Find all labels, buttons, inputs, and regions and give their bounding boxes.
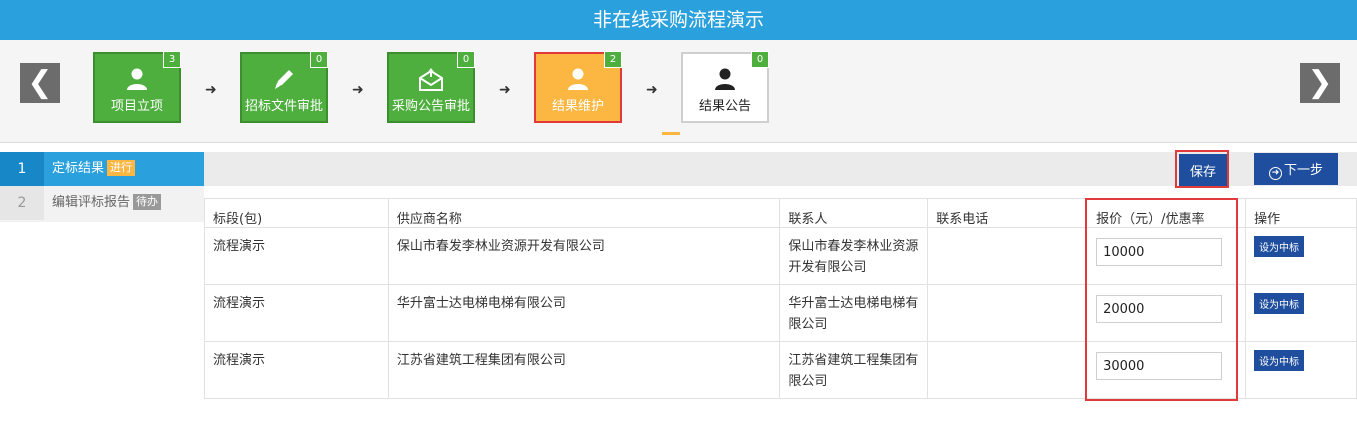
sidebar-item-evaluation-report[interactable]: 2 编辑评标报告 待办 (0, 186, 204, 222)
cell-action: 设为中标 (1245, 341, 1357, 399)
sidebar-item-label: 定标结果 (52, 161, 105, 176)
current-step-indicator (662, 132, 680, 135)
set-winner-button[interactable]: 设为中标 (1254, 236, 1305, 257)
cell-section: 流程演示 (204, 227, 389, 285)
cell-phone (927, 227, 1087, 285)
cell-supplier: 江苏省建筑工程集团有限公司 (387, 341, 781, 399)
cell-contact: 江苏省建筑工程集团有限公司 (779, 341, 929, 399)
column-header: 联系人 (779, 198, 929, 228)
set-winner-button[interactable]: 设为中标 (1254, 293, 1305, 314)
step-project-setup[interactable]: 3 项目立项 (93, 51, 181, 123)
flow-arrow-icon: ➜ (646, 82, 658, 98)
cell-phone (927, 284, 1087, 342)
next-step-button[interactable]: ➜ 下一步 (1254, 153, 1338, 185)
step-count-badge: 3 (163, 51, 181, 68)
step-result-announcement[interactable]: 0 结果公告 (681, 51, 769, 123)
cell-contact: 保山市春发李林业资源开发有限公司 (779, 227, 929, 285)
step-announcement-approval[interactable]: 0 采购公告审批 (387, 51, 475, 123)
flow-arrow-icon: ➜ (352, 82, 364, 98)
cell-section: 流程演示 (204, 341, 389, 399)
cell-price (1085, 341, 1247, 399)
prev-arrow-button[interactable]: ❮ (20, 63, 60, 103)
status-badge: 进行 (107, 160, 136, 176)
next-step-label: 下一步 (1283, 162, 1323, 178)
column-header: 供应商名称 (387, 198, 781, 228)
cell-section: 流程演示 (204, 284, 389, 342)
supplier-table: 标段(包) 供应商名称 联系人 联系电话 报价（元）/优惠率 操作 流程演示 保… (204, 198, 1357, 399)
sidebar-item-award-result[interactable]: 1 定标结果 进行 (0, 152, 204, 186)
save-button[interactable]: 保存 (1179, 154, 1227, 186)
step-label: 采购公告审批 (391, 99, 470, 114)
column-header: 报价（元）/优惠率 (1085, 198, 1247, 228)
column-header: 操作 (1245, 198, 1357, 228)
step-label: 结果公告 (698, 99, 751, 114)
cell-supplier: 保山市春发李林业资源开发有限公司 (387, 227, 781, 285)
sidebar: 1 定标结果 进行 2 编辑评标报告 待办 (0, 152, 204, 222)
price-input[interactable] (1096, 352, 1223, 380)
user-icon (127, 68, 147, 90)
cell-phone (927, 341, 1087, 399)
column-header: 联系电话 (927, 198, 1087, 228)
table-row: 流程演示 华升富士达电梯电梯有限公司 华升富士达电梯电梯有限公司 设为中标 (204, 284, 1357, 342)
table-row: 流程演示 江苏省建筑工程集团有限公司 江苏省建筑工程集团有限公司 设为中标 (204, 341, 1357, 399)
step-result-maintenance[interactable]: 2 结果维护 (534, 51, 622, 123)
set-winner-button[interactable]: 设为中标 (1254, 350, 1305, 371)
flow-arrow-icon: ➜ (205, 82, 217, 98)
arrow-right-circle-icon: ➜ (1268, 166, 1282, 180)
process-steps-bar: ❮ 3 项目立项 ➜ 0 招标文件审批 ➜ 0 采购公告审批 ➜ 2 结果维护 … (0, 40, 1357, 143)
cell-contact: 华升富士达电梯电梯有限公司 (779, 284, 929, 342)
status-badge: 待办 (133, 194, 162, 210)
user-icon (568, 68, 588, 90)
cell-price (1085, 284, 1247, 342)
table-row: 流程演示 保山市春发李林业资源开发有限公司 保山市春发李林业资源开发有限公司 设… (204, 227, 1357, 285)
sidebar-item-label: 编辑评标报告 (52, 195, 131, 210)
step-count-badge: 2 (604, 51, 622, 68)
mail-icon (419, 68, 443, 91)
step-label: 结果维护 (551, 99, 604, 114)
step-label: 项目立项 (110, 99, 163, 114)
step-bid-doc-approval[interactable]: 0 招标文件审批 (240, 51, 328, 123)
step-label: 招标文件审批 (244, 99, 323, 114)
step-count-badge: 0 (457, 51, 475, 68)
column-header: 标段(包) (204, 198, 389, 228)
cell-supplier: 华升富士达电梯电梯有限公司 (387, 284, 781, 342)
pencil-icon (275, 70, 293, 89)
sidebar-item-number: 2 (0, 186, 44, 220)
cell-action: 设为中标 (1245, 284, 1357, 342)
page-title: 非在线采购流程演示 (0, 0, 1357, 40)
cell-price (1085, 227, 1247, 285)
step-count-badge: 0 (751, 51, 769, 68)
sidebar-item-number: 1 (0, 152, 44, 186)
next-arrow-button[interactable]: ❯ (1300, 63, 1340, 103)
user-icon (715, 68, 735, 90)
price-input[interactable] (1096, 295, 1223, 323)
table-header-row: 标段(包) 供应商名称 联系人 联系电话 报价（元）/优惠率 操作 (204, 198, 1357, 228)
step-count-badge: 0 (310, 51, 328, 68)
flow-arrow-icon: ➜ (499, 82, 511, 98)
price-input[interactable] (1096, 238, 1223, 266)
cell-action: 设为中标 (1245, 227, 1357, 285)
